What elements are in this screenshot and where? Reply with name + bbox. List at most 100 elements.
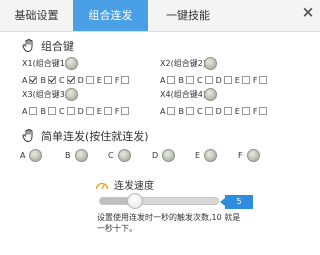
combo-key-option[interactable]: F: [253, 107, 268, 116]
combo-key-option[interactable]: D: [216, 76, 232, 85]
combo-key-option[interactable]: A: [22, 106, 38, 116]
combo-key-checkbox[interactable]: [259, 107, 268, 115]
combo-key-checkbox[interactable]: [185, 76, 194, 84]
combo-key-checkbox[interactable]: [29, 107, 38, 115]
tab-bar: 基础设置 组合连发 一键技能 ×: [0, 0, 320, 32]
combo-key-checkbox[interactable]: [103, 107, 112, 115]
simple-key-label: D: [152, 150, 159, 160]
combo-key-label: E: [234, 106, 240, 116]
combo-key-label: F: [252, 75, 258, 85]
combo-section-header: 组合键: [22, 38, 74, 54]
combo-key-label: B: [40, 75, 46, 85]
speed-value-badge: 5: [220, 195, 253, 209]
combo-key-label: F: [252, 106, 258, 116]
tab-one-key-skill[interactable]: 一键技能: [148, 0, 228, 31]
simple-key-toggle[interactable]: [162, 148, 176, 162]
combo-key-label: F: [114, 75, 120, 85]
simple-key-item: D: [152, 148, 176, 162]
combo-key-label: B: [40, 106, 46, 116]
combo-key-option[interactable]: E: [97, 76, 112, 85]
combo-key-checkbox[interactable]: [103, 76, 112, 84]
combo-key-checkbox[interactable]: [47, 107, 56, 115]
combo-key-option[interactable]: C: [59, 76, 75, 85]
combo-key-checkbox[interactable]: [204, 107, 213, 115]
combo-key-checkbox[interactable]: [223, 76, 232, 84]
combo-key-checkbox[interactable]: [185, 107, 194, 115]
combo-key-checkbox[interactable]: [85, 107, 94, 115]
combo-key-option[interactable]: C: [197, 107, 213, 116]
combo-key-checkbox[interactable]: [241, 107, 250, 115]
combo-key-label: E: [96, 106, 102, 116]
combo-key-option[interactable]: E: [97, 107, 112, 116]
speed-header: 连发速度: [95, 177, 154, 192]
combo-group-label: X1(组合键1): [22, 59, 68, 68]
combo-key-checkbox[interactable]: [167, 107, 176, 115]
combo-group-indicator[interactable]: [65, 57, 78, 70]
simple-key-label: E: [195, 150, 201, 160]
simple-key-label: C: [108, 150, 114, 160]
combo-key-option[interactable]: B: [178, 107, 194, 116]
combo-key-option[interactable]: C: [197, 76, 213, 85]
simple-key-label: B: [65, 150, 71, 160]
combo-key-option[interactable]: D: [78, 107, 94, 116]
combo-key-label: C: [196, 106, 203, 116]
combo-key-label: B: [178, 106, 184, 116]
combo-key-option[interactable]: E: [235, 76, 250, 85]
combo-key-label: E: [96, 75, 102, 85]
simple-key-toggle[interactable]: [74, 148, 88, 162]
speed-slider-track[interactable]: [99, 197, 219, 205]
combo-key-option[interactable]: C: [59, 107, 75, 116]
speed-slider-thumb[interactable]: [127, 193, 143, 209]
combo-group-label: X2(组合键2): [160, 59, 206, 68]
combo-key-label: D: [77, 106, 84, 116]
combo-key-checkbox[interactable]: [66, 76, 75, 84]
combo-key-checkbox[interactable]: [47, 76, 56, 84]
combo-group-indicator[interactable]: [204, 88, 217, 101]
combo-key-label: A: [160, 75, 166, 85]
combo-key-option[interactable]: E: [235, 107, 250, 116]
combo-key-checkbox[interactable]: [85, 76, 94, 84]
tab-combo-rapid-fire[interactable]: 组合连发: [73, 0, 148, 31]
tab-basic-settings[interactable]: 基础设置: [0, 0, 73, 31]
combo-key-label: C: [58, 75, 65, 85]
simple-key-item: C: [108, 148, 131, 162]
combo-key-option[interactable]: B: [40, 76, 56, 85]
combo-key-option[interactable]: A: [160, 75, 176, 85]
combo-key-option[interactable]: A: [22, 76, 38, 85]
combo-key-checkbox-row: A B C D E F: [160, 74, 270, 86]
combo-group-label: X3(组合键3): [22, 90, 68, 99]
simple-key-toggle[interactable]: [204, 148, 218, 162]
combo-group-label: X4(组合键4): [160, 90, 206, 99]
simple-key-toggle[interactable]: [117, 148, 131, 162]
combo-key-option[interactable]: F: [115, 107, 130, 116]
simple-key-toggle[interactable]: [29, 148, 43, 162]
combo-key-checkbox[interactable]: [223, 107, 232, 115]
combo-key-checkbox[interactable]: [241, 76, 250, 84]
simple-key-item: E: [195, 148, 218, 162]
combo-key-label: E: [234, 75, 240, 85]
combo-key-label: B: [178, 75, 184, 85]
combo-key-checkbox[interactable]: [167, 76, 176, 84]
speed-title: 连发速度: [114, 181, 154, 192]
combo-group-indicator[interactable]: [204, 57, 217, 70]
combo-key-checkbox[interactable]: [121, 107, 130, 115]
combo-key-label: F: [114, 106, 120, 116]
combo-key-checkbox[interactable]: [29, 76, 38, 84]
combo-key-option[interactable]: D: [78, 76, 94, 85]
combo-key-checkbox-row: A B C D E F: [22, 105, 132, 117]
combo-key-label: A: [22, 106, 28, 116]
combo-key-checkbox[interactable]: [259, 76, 268, 84]
combo-group-indicator[interactable]: [65, 88, 78, 101]
close-icon[interactable]: ×: [298, 2, 318, 22]
combo-key-option[interactable]: B: [40, 107, 56, 116]
combo-key-option[interactable]: B: [178, 76, 194, 85]
combo-key-option[interactable]: F: [115, 76, 130, 85]
combo-key-checkbox[interactable]: [66, 107, 75, 115]
combo-key-option[interactable]: A: [160, 107, 176, 116]
combo-key-checkbox[interactable]: [121, 76, 130, 84]
combo-key-option[interactable]: D: [216, 107, 232, 116]
combo-key-option[interactable]: F: [253, 76, 268, 85]
combo-key-checkbox[interactable]: [204, 76, 213, 84]
simple-key-item: A: [20, 148, 43, 162]
simple-key-toggle[interactable]: [246, 148, 260, 162]
